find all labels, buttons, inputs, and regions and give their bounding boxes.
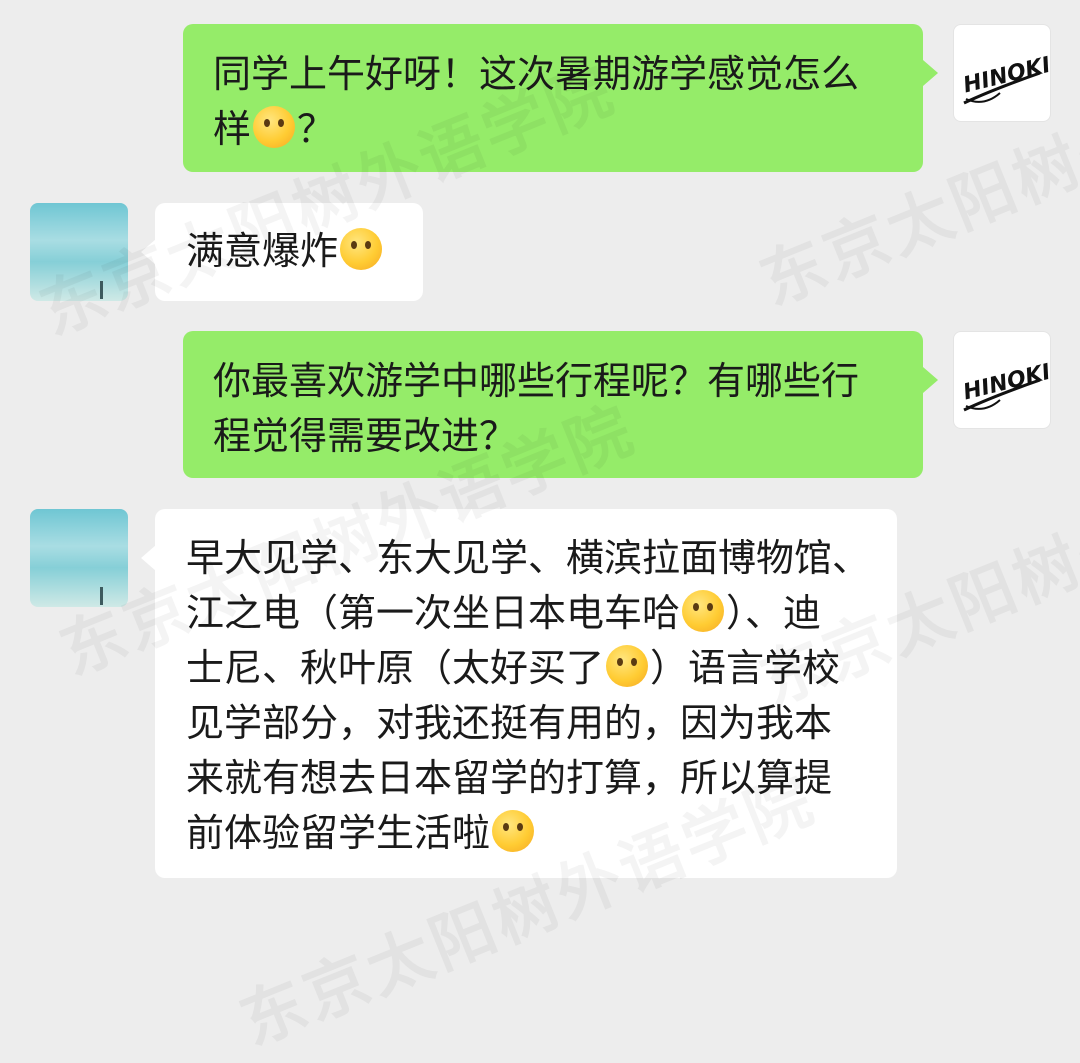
message-bubble-outgoing[interactable]: 你最喜欢游学中哪些行程呢？有哪些行 程觉得需要改进？: [183, 331, 923, 478]
hinoki-logo-icon: HINOKI: [961, 360, 1051, 412]
message-bubble-incoming[interactable]: 满意爆炸: [155, 203, 423, 301]
avatar-other[interactable]: [30, 509, 128, 607]
svg-text:HINOKI: HINOKI: [961, 53, 1051, 99]
bubble-tail: [141, 239, 156, 265]
svg-text:HINOKI: HINOKI: [961, 360, 1051, 406]
crying-emoji: [606, 645, 649, 687]
bubble-tail: [923, 60, 938, 86]
message-bubble-incoming[interactable]: 早大见学、东大见学、横滨拉面博物馆、 江之电（第一次坐日本电车哈 ）、迪 士尼、秋…: [155, 509, 897, 878]
message-bubble-outgoing[interactable]: 同学上午好呀！这次暑期游学感觉怎么样？: [183, 24, 923, 172]
sky-photo-avatar: [30, 509, 128, 607]
avatar-self[interactable]: HINOKI: [953, 24, 1051, 122]
tongue-wink-emoji: [253, 106, 296, 148]
message-text: 早大见学、东大见学、横滨拉面博物馆、 江之电（第一次坐日本电车哈 ）、迪 士尼、秋…: [186, 536, 871, 855]
bubble-tail: [923, 367, 938, 393]
thinking-emoji: [492, 810, 535, 852]
message-text: 满意爆炸: [186, 224, 423, 279]
bubble-tail: [141, 545, 156, 571]
hinoki-logo-icon: HINOKI: [961, 53, 1051, 105]
avatar-self[interactable]: HINOKI: [953, 331, 1051, 429]
sky-photo-avatar: [30, 203, 128, 301]
message-text: 同学上午好呀！这次暑期游学感觉怎么样？: [213, 52, 860, 151]
blush-emoji: [682, 590, 725, 632]
avatar-other[interactable]: [30, 203, 128, 301]
message-text: 你最喜欢游学中哪些行程呢？有哪些行 程觉得需要改进？: [213, 359, 860, 458]
salute-emoji: [340, 228, 383, 270]
